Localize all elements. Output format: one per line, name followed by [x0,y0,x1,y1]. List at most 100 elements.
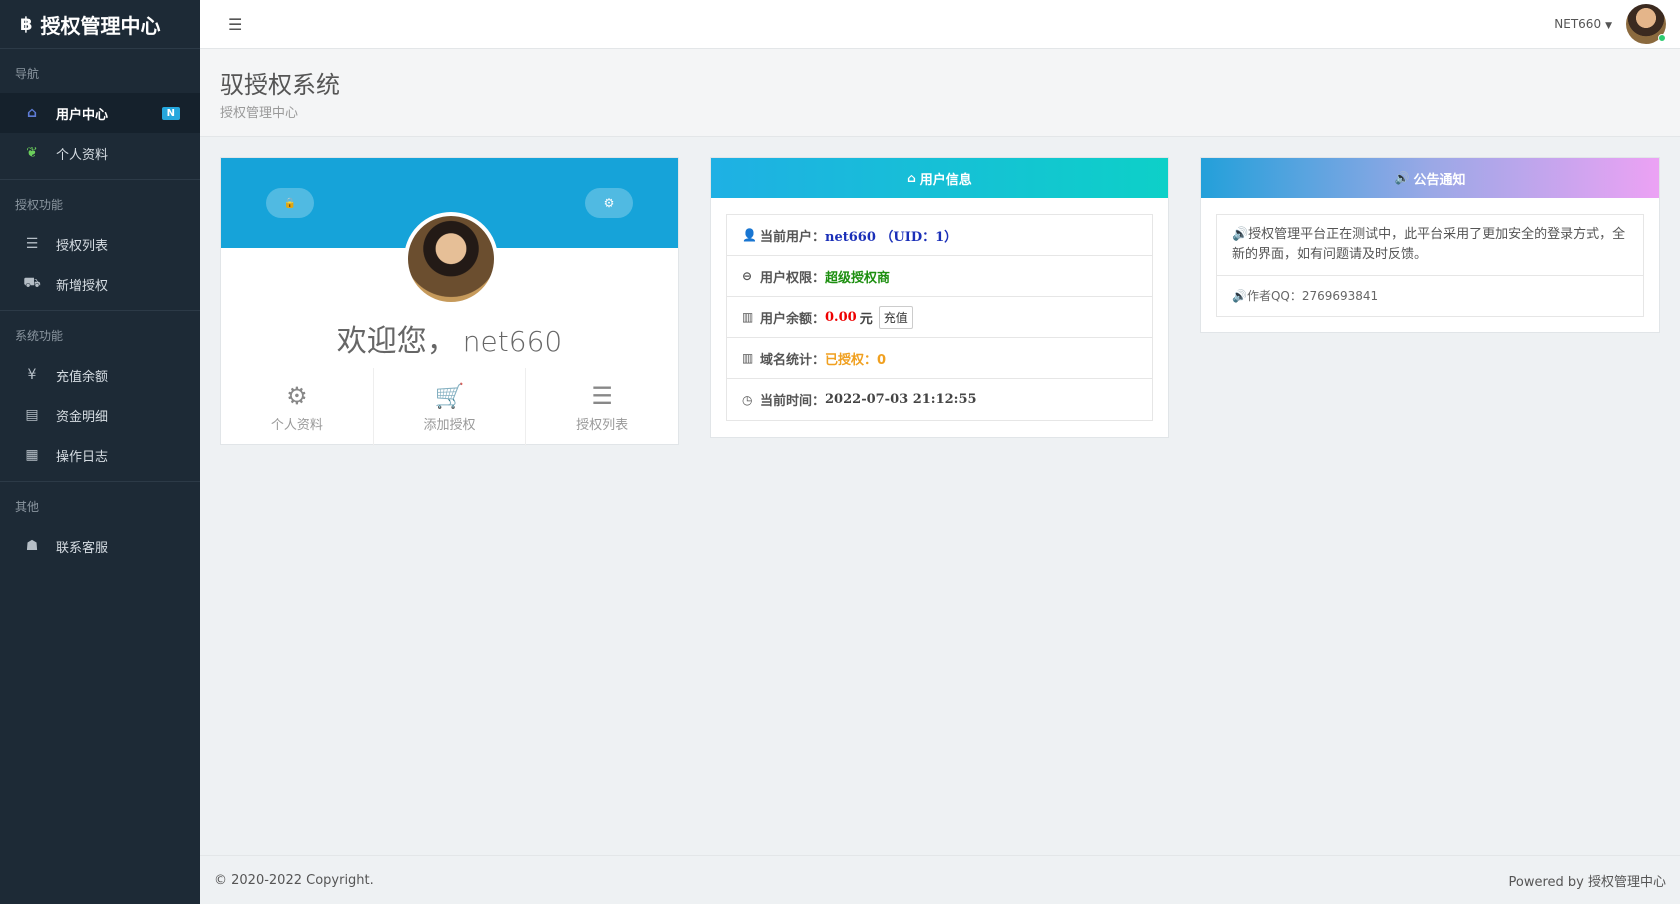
nav-section-system: 系统功能 ¥ 充值余额 ▤ 资金明细 ▦ 操作日志 [0,310,200,481]
minus-circle-icon: ⊖ [742,269,753,283]
list-item: ▥ 用户余额： 0.00 元 充值 [727,297,1152,338]
sidebar-item-profile[interactable]: ❦ 个人资料 [0,133,200,173]
sidebar-item-recharge[interactable]: ¥ 充值余额 [0,355,200,395]
cart-icon: 🛒 [434,381,465,410]
sidebar-item-label: 授权列表 [56,238,109,254]
domain-label: 域名统计： [760,352,826,368]
brand-title: 授权管理中心 [40,13,161,38]
settings-button[interactable]: ⚙ [585,188,633,218]
cart-icon: ⛟ [23,275,41,291]
home-icon: ⌂ [907,171,916,185]
list-item: 👤 当前用户： net660 （UID：1） [727,215,1152,256]
bitcoin-logo-icon: ฿ [20,13,33,35]
profile-avatar [404,212,498,306]
domain-value: 已授权：0 [825,352,887,368]
notice-card: 🔊 公告通知 🔊授权管理平台正在测试中，此平台采用了更加安全的登录方式，全新的界… [1200,157,1660,333]
nav-section-license: 授权功能 ☰ 授权列表 ⛟ 新增授权 [0,179,200,310]
current-user-label: 当前用户： [760,229,826,245]
profile-card: 🔒 ⚙ 欢迎您， net660 ⚙ 个人资料 🛒 添加授权 ☰ 授权列表 [220,157,679,446]
page-header: 驭授权系统 授权管理中心 [200,49,1680,137]
yen-icon: ¥ [27,367,37,383]
sidebar-item-label: 资金明细 [56,409,109,425]
leaf-icon: ❦ [26,145,38,161]
quick-label: 授权列表 [576,417,629,433]
sidebar-item-label: 操作日志 [56,449,109,465]
qq-icon: ☗ [25,538,39,554]
user-info-header: ⌂ 用户信息 [711,158,1168,198]
quick-add-license-button[interactable]: 🛒 添加授权 [374,368,527,446]
sidebar-item-funds-detail[interactable]: ▤ 资金明细 [0,395,200,435]
list-item: ◷ 当前时间： 2022-07-03 21:12:55 [727,379,1152,420]
calendar-icon: ▦ [25,447,39,463]
footer: © 2020-2022 Copyright. Powered by 授权管理中心 [200,855,1680,904]
user-info-title: 用户信息 [919,172,972,188]
welcome-username: net660 [462,325,563,358]
list-item: ▥ 域名统计： 已授权：0 [727,338,1152,379]
ledger-icon: ▤ [25,407,39,423]
welcome-greeting: 欢迎您， [336,324,457,359]
notice-item: 🔊授权管理平台正在测试中，此平台采用了更加安全的登录方式，全新的界面，如有问题请… [1217,215,1643,276]
sidebar-item-contact-support[interactable]: ☗ 联系客服 [0,526,200,566]
quick-label: 添加授权 [423,417,476,433]
speaker-icon: 🔊 [1394,171,1410,185]
notice-header: 🔊 公告通知 [1201,158,1659,198]
avatar[interactable] [1626,4,1666,44]
nav-section-other: 其他 ☗ 联系客服 [0,481,200,566]
user-dropdown[interactable]: NET660 ▼ [1554,17,1612,31]
brand[interactable]: ฿ 授权管理中心 [0,0,200,48]
sidebar-item-operation-log[interactable]: ▦ 操作日志 [0,435,200,475]
bar-chart-icon: ▥ [742,310,754,324]
current-user-value: net660 （UID：1） [825,229,958,245]
username: NET660 [1554,17,1602,31]
time-value: 2022-07-03 21:12:55 [825,392,977,407]
bar-chart-icon: ▥ [742,351,754,365]
nav-section-navigation: 导航 ⌂ 用户中心 N ❦ 个人资料 [0,48,200,179]
topbar: ☰ NET660 ▼ [200,0,1680,49]
sidebar-item-label: 新增授权 [56,278,109,294]
balance-unit: 元 [859,311,873,327]
online-status-icon [1658,34,1666,42]
nav-heading: 系统功能 [15,329,64,343]
level-label: 用户权限： [760,270,826,286]
sidebar: ฿ 授权管理中心 导航 ⌂ 用户中心 N ❦ 个人资料 授权功能 ☰ 授权列表 … [0,0,200,904]
list-icon: ☰ [591,381,613,410]
page-subtitle: 授权管理中心 [220,106,299,121]
quick-actions: ⚙ 个人资料 🛒 添加授权 ☰ 授权列表 [221,368,678,446]
menu-toggle-icon[interactable]: ☰ [228,15,242,34]
user-info-list: 👤 当前用户： net660 （UID：1） ⊖ 用户权限： 超级授权商 ▥ 用… [726,214,1153,421]
notice-title: 公告通知 [1413,172,1466,188]
quick-profile-button[interactable]: ⚙ 个人资料 [221,368,374,446]
level-value: 超级授权商 [825,270,891,286]
caret-down-icon: ▼ [1605,21,1612,31]
nav-heading: 导航 [15,67,40,81]
clock-icon: ◷ [742,392,753,407]
nav-heading: 其他 [15,500,40,514]
lock-icon: 🔒 [283,197,297,209]
sidebar-item-label: 联系客服 [56,540,109,556]
balance-value: 0.00 [825,309,857,325]
user-info-card: ⌂ 用户信息 👤 当前用户： net660 （UID：1） ⊖ 用户权限： 超级… [710,157,1169,438]
user-icon: 👤 [742,228,757,242]
balance-label: 用户余额： [760,311,826,327]
gear-icon: ⚙ [603,196,615,210]
lock-button[interactable]: 🔒 [266,188,314,218]
nav-heading: 授权功能 [15,198,64,212]
notice-list: 🔊授权管理平台正在测试中，此平台采用了更加安全的登录方式，全新的界面，如有问题请… [1216,214,1644,317]
sidebar-item-label: 用户中心 [56,107,109,123]
list-icon: ☰ [25,236,39,252]
copyright: © 2020-2022 Copyright. [214,872,374,888]
recharge-button[interactable]: 充值 [878,305,913,329]
notice-item: 🔊作者QQ：2769693841 [1232,289,1379,303]
new-badge: N [161,106,180,120]
gear-icon: ⚙ [286,381,308,410]
sidebar-item-user-center[interactable]: ⌂ 用户中心 N [0,93,200,133]
list-item: ⊖ 用户权限： 超级授权商 [727,256,1152,297]
sidebar-item-add-license[interactable]: ⛟ 新增授权 [0,264,200,304]
welcome-text: 欢迎您， net660 [221,316,678,360]
quick-label: 个人资料 [270,417,323,433]
sidebar-item-license-list[interactable]: ☰ 授权列表 [0,224,200,264]
page-title: 驭授权系统 [220,71,340,99]
user-menu[interactable]: NET660 ▼ [1554,4,1666,44]
quick-license-list-button[interactable]: ☰ 授权列表 [526,368,678,446]
time-label: 当前时间： [760,394,826,409]
